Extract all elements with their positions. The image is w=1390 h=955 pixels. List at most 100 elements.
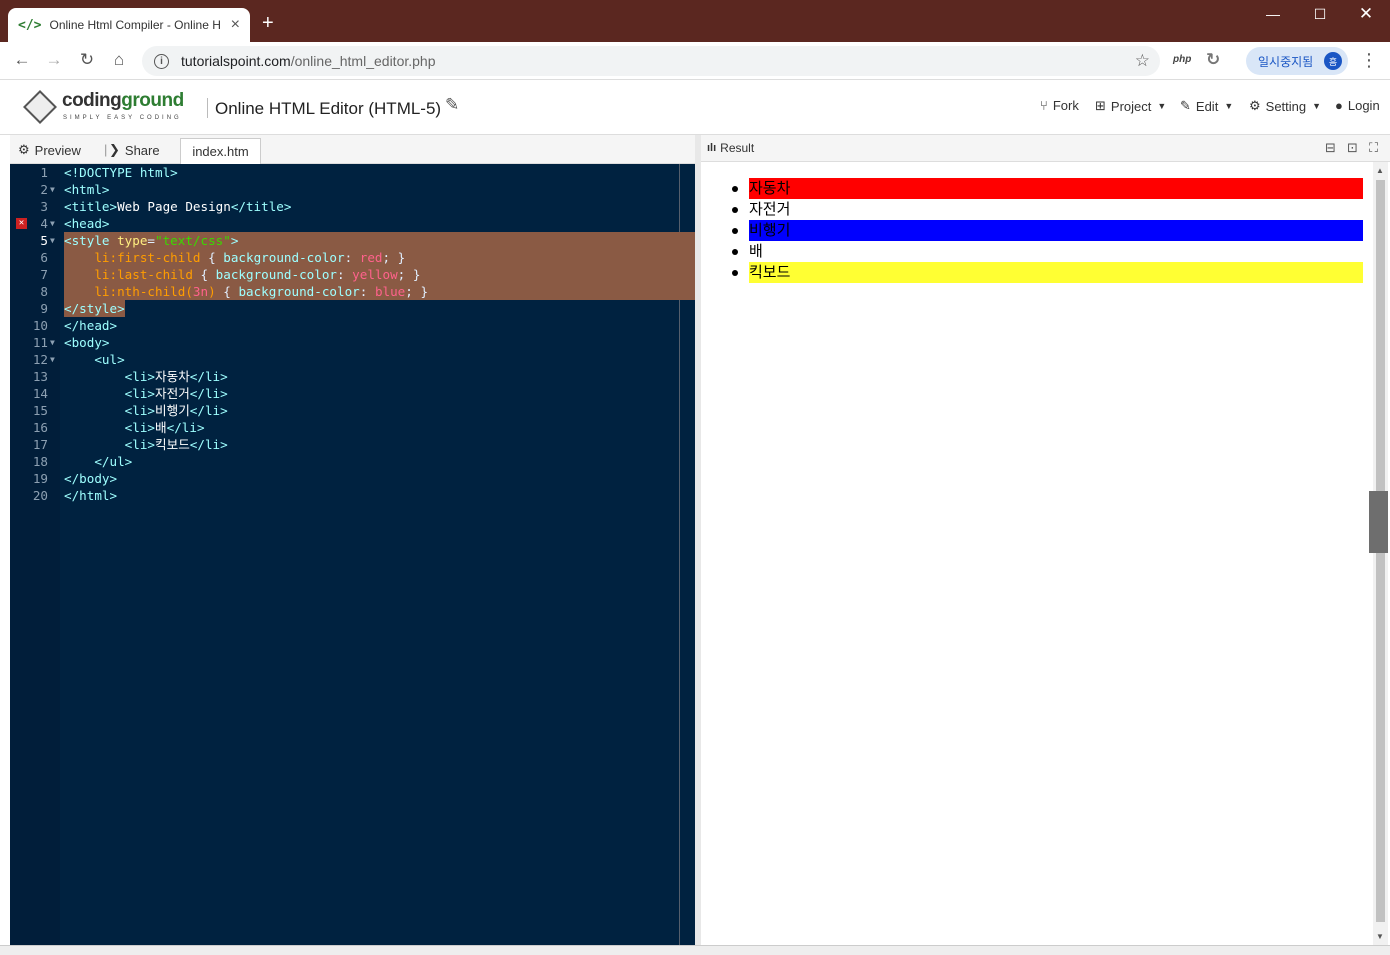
preview-button[interactable]: ⚙ Preview — [18, 142, 81, 158]
code-line[interactable]: 11 ▼ <body> — [10, 334, 695, 351]
page-scroll-thumb[interactable] — [1369, 491, 1388, 553]
home-icon[interactable]: ⌂ — [107, 50, 131, 70]
code-text: </html> — [64, 488, 118, 503]
line-number: 13 — [32, 369, 48, 384]
reload-icon[interactable]: ↻ — [75, 50, 99, 70]
bullet-icon — [732, 186, 738, 192]
code-line[interactable]: 16 <li>배</li> — [10, 419, 695, 436]
code-line[interactable]: 1 <!DOCTYPE html> — [10, 164, 695, 181]
line-number: 14 — [32, 386, 48, 401]
code-text: <li>비행기</li> — [124, 403, 228, 418]
line-number: 10 — [32, 318, 48, 333]
list-item-text: 자전거 — [749, 200, 791, 218]
code-line[interactable]: 13 <li>자동차</li> — [10, 368, 695, 385]
close-tab-icon[interactable]: × — [231, 16, 240, 34]
code-line[interactable]: 3 <title>Web Page Design</title> — [10, 198, 695, 215]
fork-icon: ⑂ — [1040, 98, 1048, 113]
line-number: 11 — [32, 335, 48, 350]
edit-menu[interactable]: ✎ Edit ▼ — [1180, 98, 1233, 114]
site-info-icon[interactable]: i — [154, 53, 169, 69]
close-window-icon[interactable]: ✕ — [1351, 4, 1381, 24]
editor-toolbar: ⚙ Preview | ❯ Share index.htm — [10, 135, 695, 164]
file-tab-index[interactable]: index.htm — [180, 138, 261, 164]
fold-toggle-icon[interactable]: ▼ — [50, 334, 55, 351]
code-text: <li>킥보드</li> — [124, 437, 228, 452]
address-bar[interactable]: i tutorialspoint.com/online_html_editor.… — [142, 46, 1160, 76]
code-line[interactable]: 2 ▼ <html> — [10, 181, 695, 198]
code-line[interactable]: 15 <li>비행기</li> — [10, 402, 695, 419]
page-title: Online HTML Editor (HTML-5) — [215, 99, 442, 118]
edit-title-icon[interactable]: ✎ — [445, 95, 459, 115]
sitemap-icon: ⊞ — [1095, 98, 1106, 113]
code-text: <li>배</li> — [124, 420, 205, 435]
line-number: 20 — [32, 488, 48, 503]
line-number: 7 — [40, 267, 48, 282]
code-line[interactable]: 6 li:first-child { background-color: red… — [10, 249, 695, 266]
code-editor[interactable]: 1 <!DOCTYPE html> 2 ▼ <html> 3 <title>Web Page… — [10, 164, 695, 945]
code-line[interactable]: 19 </body> — [10, 470, 695, 487]
list-item-text: 자동차 — [749, 178, 1363, 199]
browser-menu-icon[interactable]: ⋮ — [1360, 50, 1378, 71]
list-item: 자동차 — [732, 178, 1363, 199]
back-icon[interactable]: ← — [10, 50, 34, 70]
fold-toggle-icon[interactable]: ▼ — [50, 215, 55, 232]
code-text: </body> — [64, 471, 118, 486]
new-tab-icon[interactable]: + — [262, 12, 274, 35]
codingground-logo[interactable]: codingground SIMPLY EASY CODING — [23, 88, 196, 128]
code-text: </head> — [64, 318, 118, 333]
bullet-icon — [732, 249, 738, 255]
code-line[interactable]: 14 <li>자전거</li> — [10, 385, 695, 402]
list-item-text: 킥보드 — [749, 262, 1363, 283]
bookmark-star-icon[interactable]: ☆ — [1135, 51, 1150, 71]
fork-menu[interactable]: ⑂ Fork — [1040, 98, 1079, 113]
line-number: 19 — [32, 471, 48, 486]
fit-width-icon[interactable]: ⊟ — [1325, 140, 1336, 156]
fold-toggle-icon[interactable]: ▼ — [50, 181, 55, 198]
scroll-down-icon[interactable]: ▼ — [1376, 932, 1384, 941]
profile-button[interactable]: 일시중지됨 흠 — [1246, 47, 1348, 75]
line-number: 18 — [32, 454, 48, 469]
fullscreen-icon[interactable]: ⛶ — [1369, 140, 1378, 156]
line-number: 6 — [40, 250, 48, 265]
code-line[interactable]: 7 li:last-child { background-color: yell… — [10, 266, 695, 283]
bullet-icon — [732, 207, 738, 213]
fold-toggle-icon[interactable]: ▼ — [50, 351, 55, 368]
maximize-icon[interactable]: ☐ — [1305, 6, 1335, 23]
minimize-icon[interactable]: — — [1258, 6, 1288, 22]
code-line[interactable]: 18 </ul> — [10, 453, 695, 470]
code-line[interactable]: 5 ▼ <style type="text/css"> — [10, 232, 695, 249]
code-text: li:nth-child(3n) { background-color: blu… — [94, 284, 429, 299]
code-line[interactable]: 12 ▼ <ul> — [10, 351, 695, 368]
browser-navbar: ← → ↻ ⌂ i tutorialspoint.com/online_html… — [0, 42, 1390, 80]
code-text: li:first-child { background-color: red; … — [94, 250, 406, 265]
code-line[interactable]: 9 </style> — [10, 300, 695, 317]
refresh-extension-icon[interactable]: ↻ — [1206, 50, 1220, 70]
project-menu[interactable]: ⊞ Project ▼ — [1095, 98, 1166, 114]
fold-toggle-icon[interactable]: ▼ — [50, 232, 55, 249]
code-favicon-icon: </> — [18, 17, 42, 33]
browser-tab[interactable]: </> Online Html Compiler - Online H × — [8, 8, 250, 42]
line-number: 8 — [40, 284, 48, 299]
code-line[interactable]: 8 li:nth-child(3n) { background-color: b… — [10, 283, 695, 300]
php-extension-icon[interactable]: php — [1173, 54, 1191, 65]
result-list: 자동차 자전거 비행기 배 킥보드 — [732, 178, 1363, 283]
line-number: 17 — [32, 437, 48, 452]
forward-icon[interactable]: → — [42, 50, 66, 70]
result-scrollbar[interactable]: ▲ ▼ — [1373, 162, 1388, 945]
code-text: <html> — [64, 182, 110, 197]
setting-menu[interactable]: ⚙ Setting ▼ — [1249, 98, 1321, 114]
code-text: <ul> — [94, 352, 125, 367]
code-line[interactable]: 20 </html> — [10, 487, 695, 504]
list-item: 자전거 — [732, 199, 1363, 220]
code-line[interactable]: 10 </head> — [10, 317, 695, 334]
site-header: codingground SIMPLY EASY CODING Online H… — [0, 80, 1390, 135]
share-button[interactable]: ❯ Share — [109, 142, 160, 158]
login-link[interactable]: ● Login — [1335, 98, 1380, 113]
caret-down-icon: ▼ — [1312, 101, 1322, 111]
code-line[interactable]: 17 <li>킥보드</li> — [10, 436, 695, 453]
restore-icon[interactable]: ⊡ — [1347, 140, 1358, 156]
browser-titlebar: </> Online Html Compiler - Online H × + … — [0, 0, 1390, 42]
header-separator — [207, 98, 208, 118]
scroll-up-icon[interactable]: ▲ — [1376, 166, 1384, 175]
code-line[interactable]: ✕ 4 ▼ <head> — [10, 215, 695, 232]
